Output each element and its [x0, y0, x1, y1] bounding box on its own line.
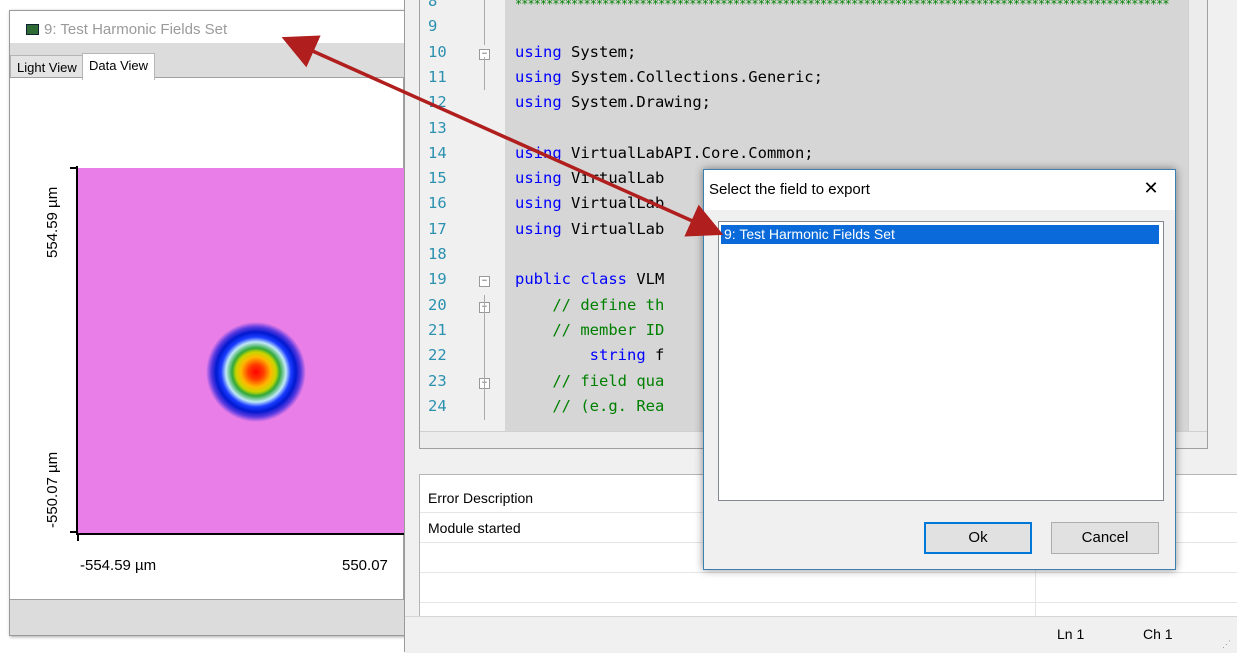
- line-number: 12: [428, 93, 447, 112]
- line-number: 20: [428, 295, 447, 314]
- field-document-window[interactable]: 9: Test Harmonic Fields Set Light View D…: [9, 10, 408, 636]
- code-text: VirtualLab: [561, 219, 665, 238]
- line-number: 10: [428, 42, 447, 61]
- line-number: 24: [428, 396, 447, 415]
- code-line: string f: [515, 346, 665, 365]
- y-axis-bottom-label: -550.07 µm: [44, 451, 61, 528]
- field-document-icon: [26, 24, 39, 35]
- field-window-titlebar[interactable]: 9: Test Harmonic Fields Set: [10, 11, 407, 43]
- field-window-title: 9: Test Harmonic Fields Set: [44, 21, 228, 38]
- code-line: using System.Collections.Generic;: [515, 68, 823, 86]
- line-number: 23: [428, 371, 447, 390]
- code-line: // member ID: [515, 321, 664, 339]
- keyword: using: [515, 143, 562, 162]
- status-char-number: Ch 1: [1143, 626, 1173, 642]
- comment-banner: ****************************************…: [515, 0, 1170, 8]
- cancel-button[interactable]: Cancel: [1051, 522, 1159, 554]
- comment: // define th: [515, 295, 665, 314]
- ok-button[interactable]: Ok: [924, 522, 1032, 554]
- line-number: 18: [428, 245, 447, 263]
- x-axis-left-tick: [77, 533, 79, 541]
- code-text: System.Collections.Generic;: [561, 67, 823, 86]
- data-view-panel: 554.59 µm -550.07 µm -554.59 µm 550.07: [10, 77, 406, 600]
- keyword: using: [515, 219, 562, 238]
- field-intensity-plot[interactable]: [77, 168, 405, 533]
- list-item-selected[interactable]: 9: Test Harmonic Fields Set: [721, 225, 1159, 244]
- keyword: using: [515, 169, 562, 188]
- code-line: using VirtualLab: [515, 169, 664, 187]
- comment: // (e.g. Rea: [515, 396, 665, 415]
- fold-guide-line: [484, 57, 485, 90]
- code-line: using VirtualLab: [515, 194, 664, 212]
- code-text: System.Drawing;: [561, 93, 711, 112]
- line-number: 11: [428, 67, 447, 86]
- keyword: using: [515, 194, 562, 213]
- grid-line: [420, 602, 1237, 603]
- keyword: public class: [515, 270, 627, 289]
- line-number: 14: [428, 143, 447, 162]
- line-number: 19: [428, 270, 447, 289]
- line-number: 22: [428, 346, 447, 365]
- dialog-titlebar[interactable]: Select the field to export ✕: [704, 170, 1175, 210]
- fold-guide-line: [484, 295, 485, 420]
- grid-line: [420, 572, 1237, 573]
- line-number-gutter: 8910−111213141516171819−20−212223−24: [420, 0, 505, 448]
- vertical-scrollbar[interactable]: [1188, 0, 1207, 448]
- comment: // member ID: [515, 320, 665, 339]
- code-text: System;: [561, 42, 637, 61]
- x-axis-line: [76, 533, 406, 535]
- x-axis-left-label: -554.59 µm: [80, 557, 157, 574]
- code-line: using VirtualLabAPI.Core.Common;: [515, 144, 814, 162]
- code-line: // define th: [515, 296, 664, 314]
- dialog-title: Select the field to export: [709, 181, 870, 198]
- gaussian-field-spot: [206, 322, 306, 422]
- line-number: 13: [428, 118, 447, 137]
- code-line: // (e.g. Rea: [515, 397, 664, 415]
- tab-light-view[interactable]: Light View: [10, 55, 84, 77]
- code-line: using System;: [515, 43, 636, 61]
- close-icon[interactable]: ✕: [1137, 178, 1165, 202]
- code-text: f: [645, 346, 665, 365]
- fold-guide-line: [484, 0, 485, 45]
- line-number: 16: [428, 194, 447, 213]
- view-tabs: Light View Data View: [10, 53, 407, 80]
- y-axis-top-tick: [70, 167, 78, 169]
- code-line: // field qua: [515, 372, 664, 390]
- resize-grip-icon[interactable]: ⋰: [1222, 639, 1231, 649]
- select-field-dialog: Select the field to export ✕ 9: Test Har…: [703, 169, 1176, 570]
- code-text: VLM: [626, 270, 665, 289]
- y-axis-top-label: 554.59 µm: [44, 186, 61, 258]
- tab-data-view[interactable]: Data View: [82, 53, 156, 80]
- line-number: 8: [428, 0, 438, 10]
- keyword: using: [515, 42, 562, 61]
- x-axis-right-label: 550.07: [342, 557, 388, 574]
- comment: // field qua: [515, 371, 665, 390]
- keyword: using: [515, 93, 562, 112]
- keyword: string: [515, 346, 646, 365]
- line-number: 15: [428, 169, 447, 188]
- code-line: using VirtualLab: [515, 220, 664, 238]
- line-number: 21: [428, 320, 447, 339]
- error-list-row[interactable]: Module started: [428, 520, 521, 536]
- code-text: VirtualLab: [561, 169, 665, 188]
- code-text: VirtualLab: [561, 194, 665, 213]
- code-text: VirtualLabAPI.Core.Common;: [561, 143, 814, 162]
- line-number: 17: [428, 219, 447, 238]
- keyword: using: [515, 67, 562, 86]
- y-axis-line: [76, 166, 78, 535]
- line-number: 9: [428, 17, 438, 36]
- status-bar: Ln 1 Ch 1 ⋰: [405, 616, 1237, 653]
- field-listbox[interactable]: 9: Test Harmonic Fields Set: [718, 221, 1164, 501]
- code-line: using System.Drawing;: [515, 93, 711, 111]
- fold-toggle-icon[interactable]: −: [479, 276, 490, 288]
- error-description-header: Error Description: [428, 490, 534, 506]
- status-line-number: Ln 1: [1057, 626, 1085, 642]
- code-line: public class VLM: [515, 270, 664, 288]
